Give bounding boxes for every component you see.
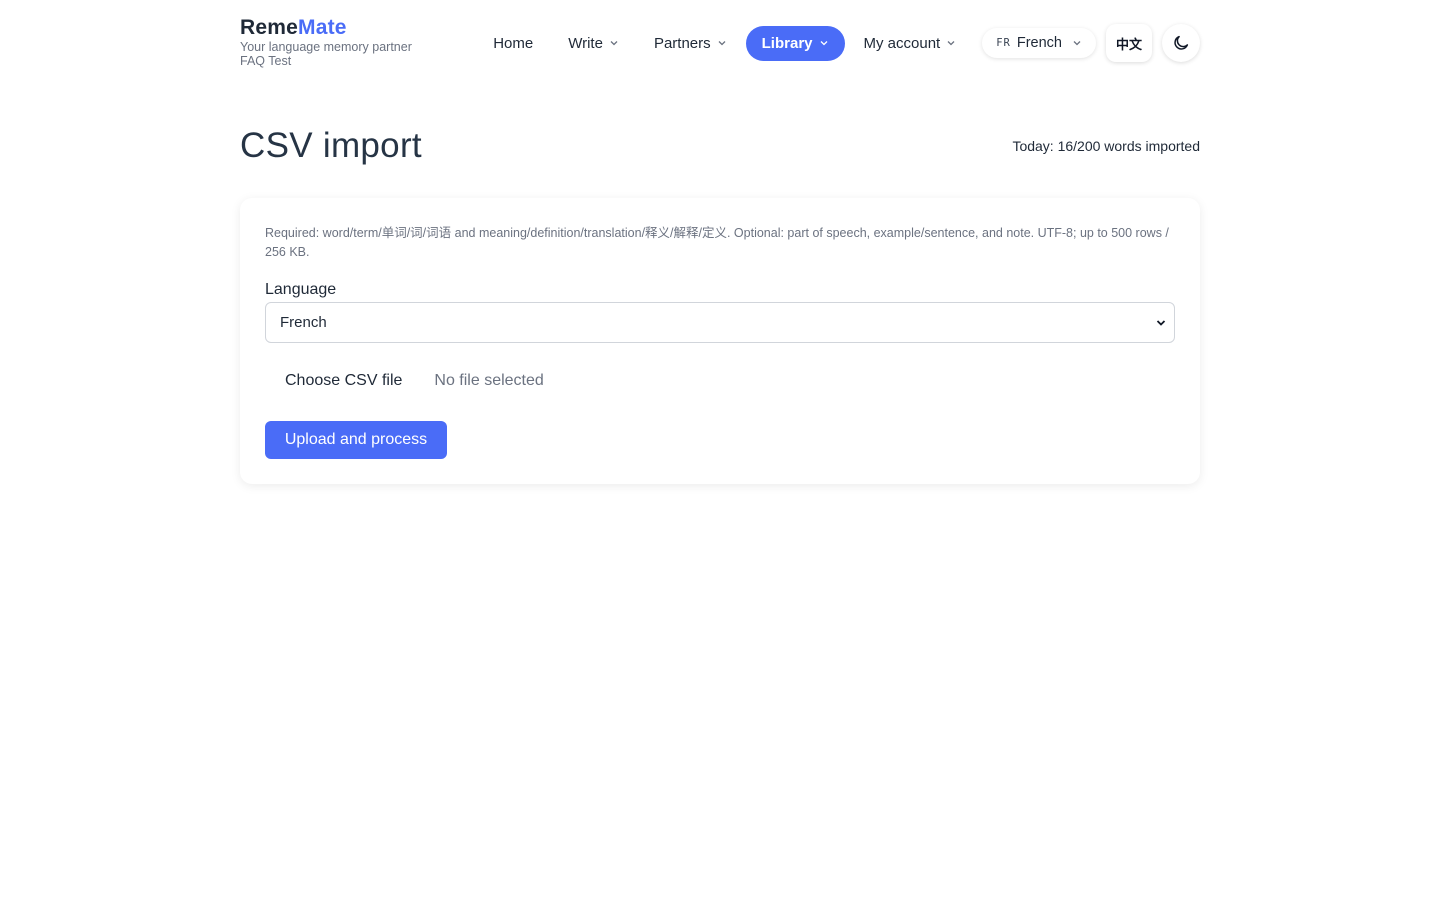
faq-link[interactable]: FAQ Test [240, 54, 412, 69]
brand-name-part1: Reme [240, 16, 298, 39]
chevron-down-icon [947, 41, 955, 46]
language-code: FR [996, 37, 1011, 49]
chevron-down-icon [718, 41, 726, 46]
nav-library[interactable]: Library [745, 25, 845, 61]
language-select-value: French [280, 314, 327, 331]
nav-my-account[interactable]: My account [848, 26, 973, 61]
title-row: CSV import Today: 16/200 words imported [240, 86, 1200, 198]
file-status: No file selected [434, 372, 544, 389]
nav-write[interactable]: Write [552, 26, 635, 61]
page-container: RemeMate Your language memory partner FA… [240, 0, 1200, 484]
nav-home[interactable]: Home [477, 26, 549, 61]
brand-logo[interactable]: RemeMate [240, 16, 412, 40]
nav-home-label: Home [493, 34, 534, 52]
moon-icon [1174, 35, 1189, 50]
requirements-text: Required: word/term/单词/词/词语 and meaning/… [265, 226, 1169, 259]
nav-library-label: Library [761, 34, 813, 52]
csv-import-card: Required: word/term/单词/词/词语 and meaning/… [240, 198, 1200, 484]
main-nav: Home Write Partners Library My account F… [477, 23, 1200, 63]
chevron-down-icon [1073, 41, 1081, 46]
daily-import-counter: Today: 16/200 words imported [1012, 138, 1200, 154]
language-switcher-label: French [1016, 35, 1062, 51]
choose-file-button[interactable]: Choose CSV file [265, 372, 422, 390]
file-input[interactable]: Choose CSV file No file selected [265, 363, 1175, 399]
nav-write-label: Write [568, 34, 603, 52]
upload-button[interactable]: Upload and process [265, 421, 447, 459]
ui-language-button[interactable]: 中文 [1106, 24, 1152, 62]
language-switcher[interactable]: FR French [982, 28, 1096, 58]
brand[interactable]: RemeMate Your language memory partner FA… [240, 16, 412, 69]
nav-partners[interactable]: Partners [638, 26, 743, 61]
chevron-down-icon [820, 41, 827, 46]
theme-toggle-button[interactable] [1162, 24, 1200, 62]
language-select[interactable]: French [265, 302, 1175, 343]
page-title: CSV import [240, 126, 422, 165]
nav-my-account-label: My account [863, 34, 941, 52]
nav-partners-label: Partners [653, 34, 711, 52]
site-header: RemeMate Your language memory partner FA… [240, 0, 1200, 86]
brand-tagline: Your language memory partner [240, 40, 412, 54]
chevron-down-icon [1156, 320, 1166, 326]
brand-name-part2: Mate [298, 16, 347, 39]
chevron-down-icon [610, 41, 618, 46]
language-label: Language [265, 281, 337, 298]
